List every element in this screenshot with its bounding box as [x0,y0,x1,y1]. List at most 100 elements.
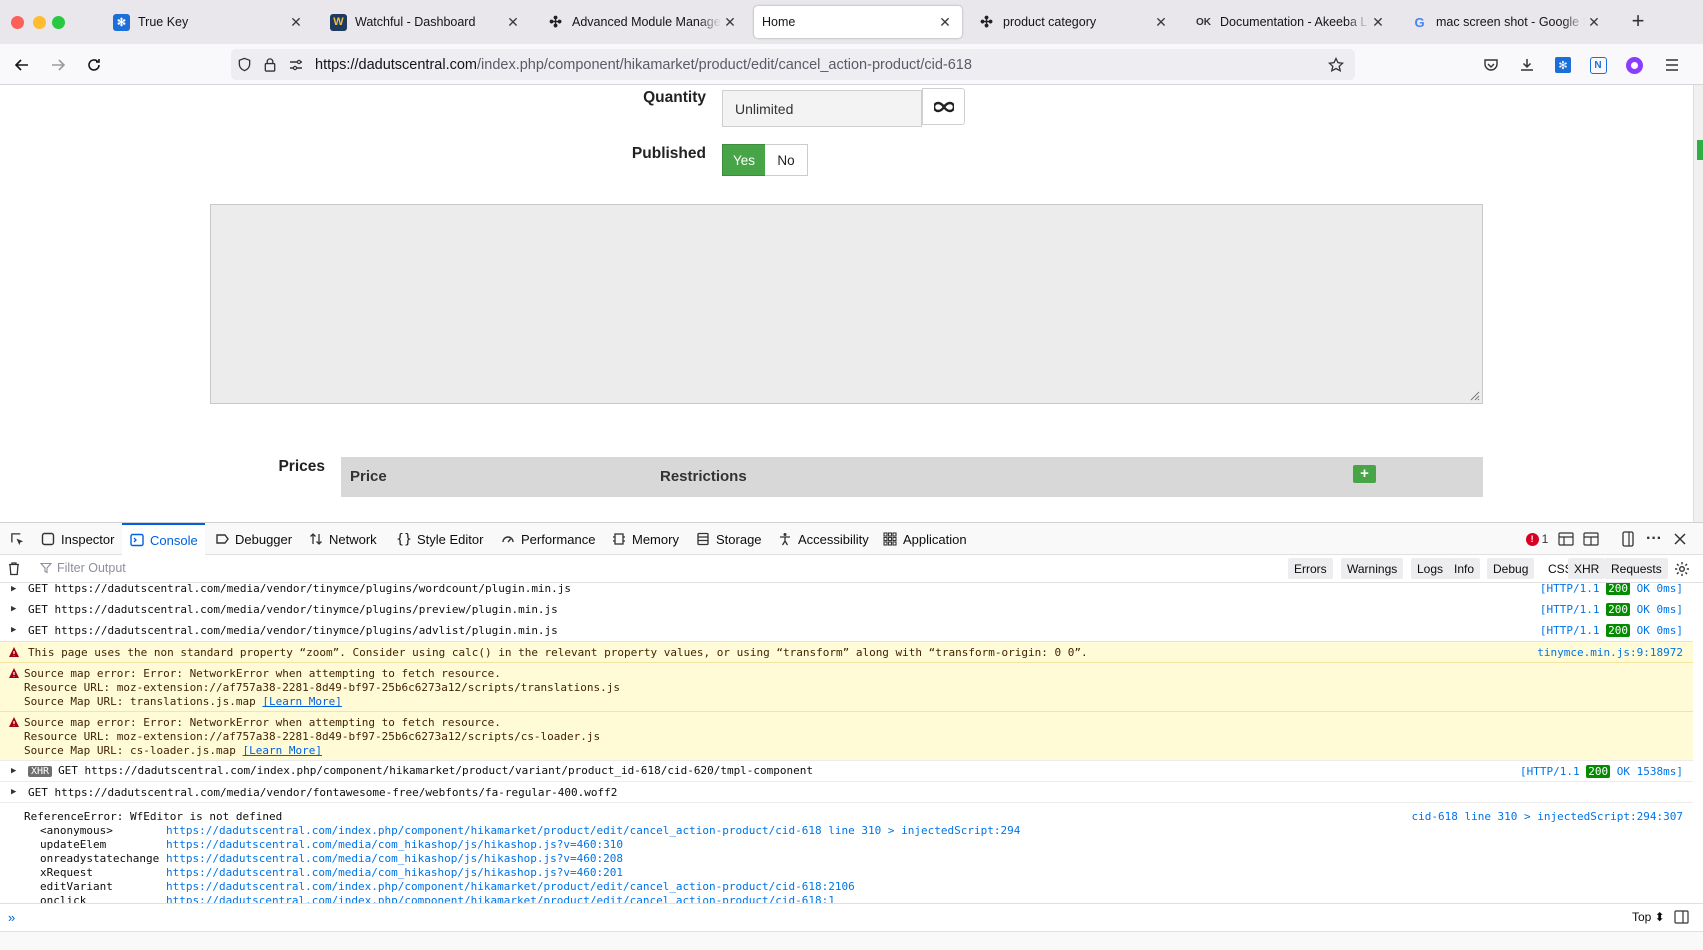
extension-true-key-icon[interactable]: ✻ [1550,52,1576,78]
filter-logs-button[interactable]: Logs [1411,558,1450,579]
clear-console-button[interactable] [7,561,21,579]
back-button[interactable] [9,52,35,78]
stack-location-link[interactable]: https://dadutscentral.com/index.php/comp… [166,880,855,893]
tab-true-key[interactable]: ✻ True Key ✕ [105,6,313,38]
tab-home[interactable]: Home ✕ [754,6,962,38]
tab-style-editor[interactable]: {} Style Editor [389,523,490,555]
filter-warnings-button[interactable]: Warnings [1341,558,1404,579]
tab-debugger[interactable]: Debugger [207,523,299,555]
filter-errors-button[interactable]: Errors [1288,558,1333,579]
tab-watchful-dashboard[interactable]: W Watchful - Dashboard ✕ [322,6,530,38]
tab-performance[interactable]: Performance [493,523,602,555]
add-price-button[interactable]: + [1353,465,1376,483]
console-row[interactable]: ▶ GET https://dadutscentral.com/media/ve… [0,583,1693,599]
more-options-icon[interactable]: ··· [1643,529,1665,549]
console-warning-row[interactable]: Source map error: Error: NetworkError wh… [0,662,1693,711]
tab-memory[interactable]: Memory [604,523,686,555]
tab-network[interactable]: Network [301,523,384,555]
tab-inspector[interactable]: Inspector [33,523,121,555]
tab-console[interactable]: Console [122,523,205,555]
unlimited-quantity-button[interactable] [922,88,965,125]
filter-debug-button[interactable]: Debug [1487,558,1535,579]
extension-n-icon[interactable]: N [1585,52,1611,78]
filter-requests-button[interactable]: Requests [1605,558,1668,579]
stack-location-link[interactable]: https://dadutscentral.com/media/com_hika… [166,838,623,851]
expand-triangle-icon[interactable]: ▶ [11,604,16,614]
tab-documentation-akeeba[interactable]: OK Documentation - Akeeba Ltd ✕ [1187,6,1395,38]
stack-location-link[interactable]: https://dadutscentral.com/media/com_hika… [166,866,623,879]
window-minimize-button[interactable] [33,16,46,29]
console-input[interactable]: » Top ⬍ [0,903,1703,931]
log-source-link[interactable]: tinymce.min.js:9:18972 [1537,646,1683,659]
tab-close-icon[interactable]: ✕ [287,14,305,31]
console-row[interactable]: ▶ GET https://dadutscentral.com/media/ve… [0,620,1693,641]
console-row[interactable]: ▶ GET https://dadutscentral.com/media/ve… [0,781,1693,802]
profile-icon[interactable] [1621,52,1647,78]
tab-close-icon[interactable]: ✕ [1152,14,1170,31]
window-bottom-bar [0,931,1703,950]
close-devtools-button[interactable] [1669,529,1691,549]
lock-icon[interactable] [257,52,283,78]
window-zoom-button[interactable] [52,16,65,29]
tab-close-icon[interactable]: ✕ [1585,14,1603,31]
split-console-button[interactable] [1555,529,1577,549]
tab-close-icon[interactable]: ✕ [721,14,739,31]
stack-location-link[interactable]: https://dadutscentral.com/index.php/comp… [166,824,1020,837]
tab-close-icon[interactable]: ✕ [936,14,954,31]
new-tab-button[interactable]: + [1625,9,1651,35]
filter-output-input[interactable]: Filter Output [40,561,126,575]
dock-options-button[interactable] [1580,529,1602,549]
tab-close-icon[interactable]: ✕ [504,14,522,31]
published-yes-button[interactable]: Yes [722,144,766,176]
tab-label: Performance [521,531,596,547]
prices-table-header: Price Restrictions [341,457,1483,497]
responsive-design-button[interactable] [1617,529,1639,549]
console-warning-row[interactable]: This page uses the non standard property… [0,641,1693,662]
bookmark-star-icon[interactable] [1323,52,1349,78]
tab-advanced-module-manager[interactable]: ✣ Advanced Module Manager (SI ✕ [539,6,747,38]
stack-location-link[interactable]: https://dadutscentral.com/media/com_hika… [166,852,623,865]
downloads-icon[interactable] [1514,52,1540,78]
tab-title: Documentation - Akeeba Ltd [1220,15,1369,29]
learn-more-link[interactable]: [Learn More] [262,695,341,708]
reload-button[interactable] [81,52,107,78]
console-row[interactable]: ▶ GET https://dadutscentral.com/media/ve… [0,599,1693,620]
forward-button[interactable] [45,52,71,78]
stack-function: <anonymous> [40,824,113,837]
permissions-icon[interactable] [283,52,309,78]
element-picker-button[interactable] [2,523,37,555]
expand-triangle-icon[interactable]: ▶ [11,766,16,776]
expand-triangle-icon[interactable]: ▶ [11,625,16,635]
quantity-input[interactable]: Unlimited [722,90,922,127]
shield-icon[interactable] [231,52,257,78]
tab-close-icon[interactable]: ✕ [1369,14,1387,31]
published-no-button[interactable]: No [765,144,808,176]
editor-mode-button[interactable] [1674,910,1689,927]
error-count-badge[interactable]: ! 1 [1524,529,1550,549]
app-menu-icon[interactable] [1659,52,1685,78]
console-warning-row[interactable]: Source map error: Error: NetworkError wh… [0,711,1693,760]
tab-application[interactable]: Application [875,523,974,555]
expand-triangle-icon[interactable]: ▶ [11,787,16,797]
expand-triangle-icon[interactable]: ▶ [11,584,16,594]
status-code: 200 [1606,583,1631,595]
stack-location-link[interactable]: https://dadutscentral.com/index.php/comp… [166,894,835,903]
console-settings-button[interactable] [1674,561,1690,580]
filter-info-button[interactable]: Info [1448,558,1481,579]
tab-storage[interactable]: Storage [688,523,769,555]
console-error-row[interactable]: ReferenceError: WfEditor is not defined … [0,802,1693,903]
console-row[interactable]: ▶ XHR GET https://dadutscentral.com/index… [0,760,1693,781]
description-editor[interactable] [210,204,1483,404]
log-source-link[interactable]: cid-618 line 310 > injectedScript:294:30… [1411,810,1683,823]
url-bar[interactable]: https://dadutscentral.com/index.php/comp… [231,49,1355,80]
stack-function: xRequest [40,866,93,879]
pocket-icon[interactable] [1478,52,1504,78]
tab-google-search[interactable]: G mac screen shot - Google Sea ✕ [1403,6,1611,38]
response-time: OK 0ms] [1636,624,1683,637]
tab-product-category[interactable]: ✣ product category ✕ [970,6,1178,38]
tab-accessibility[interactable]: Accessibility [770,523,876,555]
window-close-button[interactable] [11,16,24,29]
learn-more-link[interactable]: [Learn More] [243,744,322,757]
filter-xhr-button[interactable]: XHR [1568,558,1606,579]
context-selector[interactable]: Top ⬍ [1632,910,1665,924]
